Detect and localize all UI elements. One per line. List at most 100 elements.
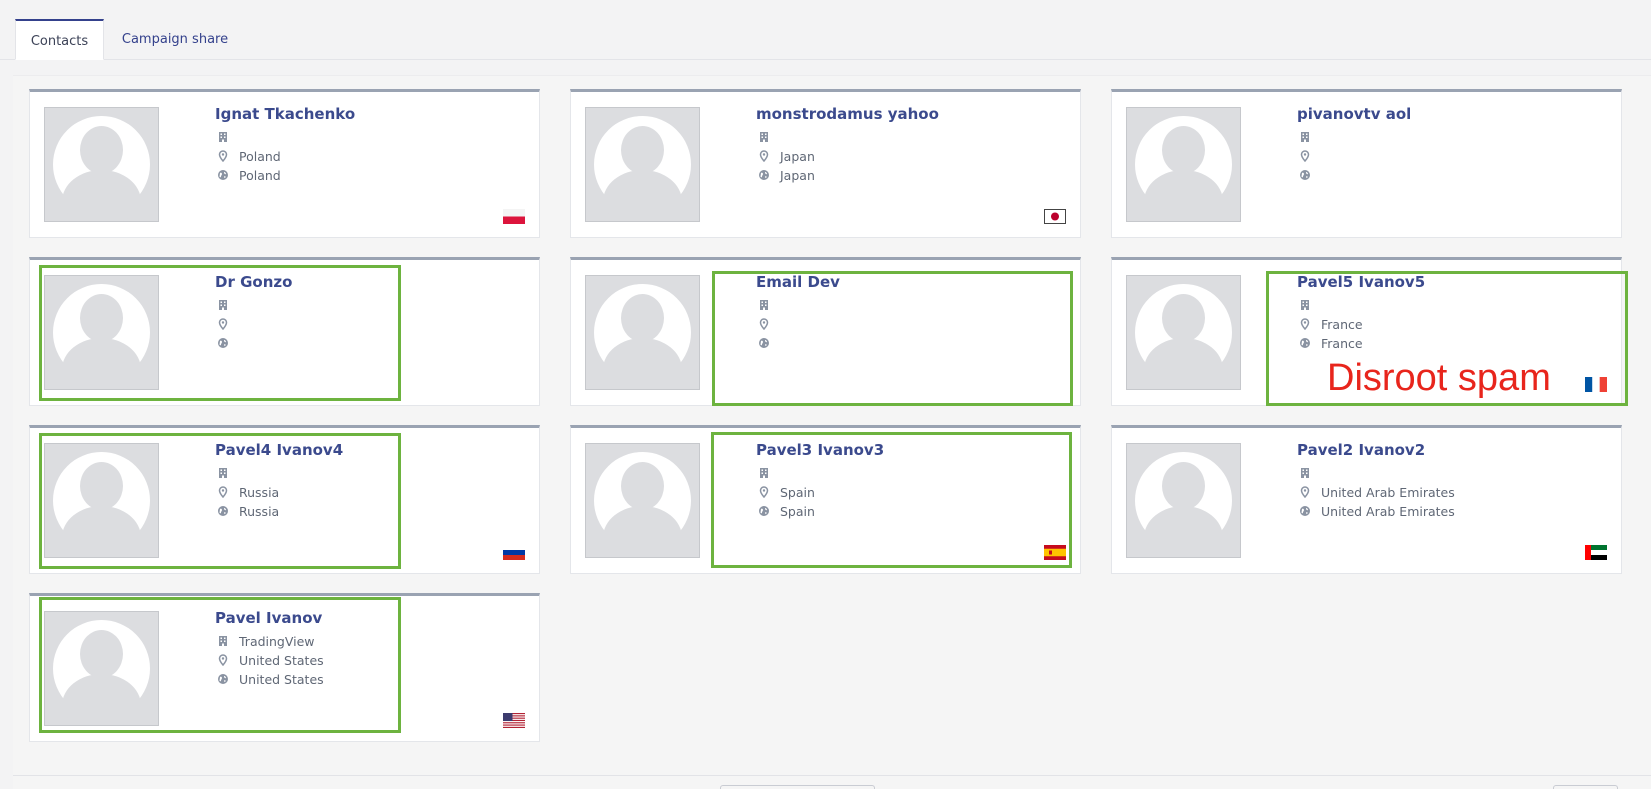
contact-card[interactable]: Dr Gonzo [29,257,540,406]
contact-company [1299,129,1321,147]
contact-card[interactable]: Ignat Tkachenko Poland Poland [29,89,540,238]
globe-icon [1299,168,1311,180]
contact-city: France [1299,316,1363,334]
contact-card[interactable]: Pavel4 Ivanov4 Russia Russia [29,425,540,574]
avatar[interactable] [585,107,700,222]
tab-campaign-share[interactable]: Campaign share [116,19,234,60]
poland-flag-icon [503,209,525,224]
city-text: United States [239,653,324,668]
contact-name[interactable]: Pavel Ivanov [215,609,322,627]
contact-name[interactable]: pivanovtv aol [1297,105,1411,123]
contact-city [217,316,239,334]
map-pin-icon [758,317,770,331]
contact-card[interactable]: monstrodamus yahoo Japan Japan [570,89,1081,238]
contact-name[interactable]: Pavel2 Ivanov2 [1297,441,1425,459]
contact-country: Poland [217,167,281,185]
contact-city: Poland [217,148,281,166]
contact-name[interactable]: monstrodamus yahoo [756,105,939,123]
contact-company [217,129,239,147]
contact-city: United Arab Emirates [1299,484,1455,502]
contact-name[interactable]: Pavel3 Ivanov3 [756,441,884,459]
pagination-button[interactable] [720,785,875,789]
globe-icon [217,168,229,180]
contact-company [1299,465,1321,483]
globe-icon [217,336,229,348]
avatar[interactable] [1126,443,1241,558]
avatar[interactable] [585,443,700,558]
contact-company [758,465,780,483]
country-text: United Arab Emirates [1321,504,1455,519]
avatar[interactable] [44,275,159,390]
contact-name[interactable]: Ignat Tkachenko [215,105,355,123]
country-text: Russia [239,504,280,519]
contact-country [758,335,780,353]
contact-city: Spain [758,484,815,502]
city-text: Japan [780,149,815,164]
avatar[interactable] [585,275,700,390]
globe-icon [758,336,770,348]
building-icon [1299,466,1311,478]
city-text: Russia [239,485,280,500]
map-pin-icon [217,317,229,331]
globe-icon [217,504,229,516]
avatar[interactable] [1126,275,1241,390]
globe-icon [758,168,770,180]
russia-flag-icon [503,545,525,560]
globe-icon [1299,504,1311,516]
avatar[interactable] [44,611,159,726]
contact-card[interactable]: Pavel Ivanov TradingView United States Unit… [29,593,540,742]
contact-name[interactable]: Pavel4 Ivanov4 [215,441,343,459]
contact-card[interactable]: Pavel2 Ivanov2 United Arab Emirates United… [1111,425,1622,574]
contact-name[interactable]: Dr Gonzo [215,273,292,291]
contact-card[interactable]: Email Dev [570,257,1081,406]
company-text: TradingView [239,634,315,649]
contact-city [758,316,780,334]
tab-contacts[interactable]: Contacts [15,19,104,60]
city-text: Spain [780,485,815,500]
city-text: Poland [239,149,281,164]
avatar[interactable] [44,107,159,222]
avatar[interactable] [44,443,159,558]
contact-company [758,129,780,147]
contact-country [1299,167,1321,185]
map-pin-icon [217,485,229,499]
contact-country: Russia [217,503,279,521]
contact-company [217,297,239,315]
france-flag-icon [1585,377,1607,392]
building-icon [1299,298,1311,310]
contact-company [217,465,239,483]
building-icon [217,634,229,646]
country-text: Japan [780,168,815,183]
contact-city: Japan [758,148,815,166]
city-text: United Arab Emirates [1321,485,1455,500]
map-pin-icon [1299,485,1311,499]
contact-card[interactable]: Pavel3 Ivanov3 Spain Spain [570,425,1081,574]
city-text: France [1321,317,1363,332]
contact-company: TradingView [217,633,315,651]
building-icon [758,130,770,142]
country-text: Poland [239,168,281,183]
globe-icon [217,672,229,684]
building-icon [758,298,770,310]
divider [13,775,1651,776]
country-text: United States [239,672,324,687]
contact-company [758,297,780,315]
country-text: Spain [780,504,815,519]
map-pin-icon [217,653,229,667]
annotation-label: Disroot spam [1327,357,1551,399]
pagination-button[interactable] [1553,785,1618,789]
building-icon [217,466,229,478]
contact-country: United States [217,671,324,689]
contact-country: Japan [758,167,815,185]
avatar[interactable] [1126,107,1241,222]
contact-name[interactable]: Pavel5 Ivanov5 [1297,273,1425,291]
contact-company [1299,297,1321,315]
contact-city: United States [217,652,324,670]
contact-country: Spain [758,503,815,521]
contact-name[interactable]: Email Dev [756,273,840,291]
contact-country [217,335,239,353]
contact-card[interactable]: pivanovtv aol [1111,89,1622,238]
uae-flag-icon [1585,545,1607,560]
map-pin-icon [1299,317,1311,331]
map-pin-icon [758,485,770,499]
